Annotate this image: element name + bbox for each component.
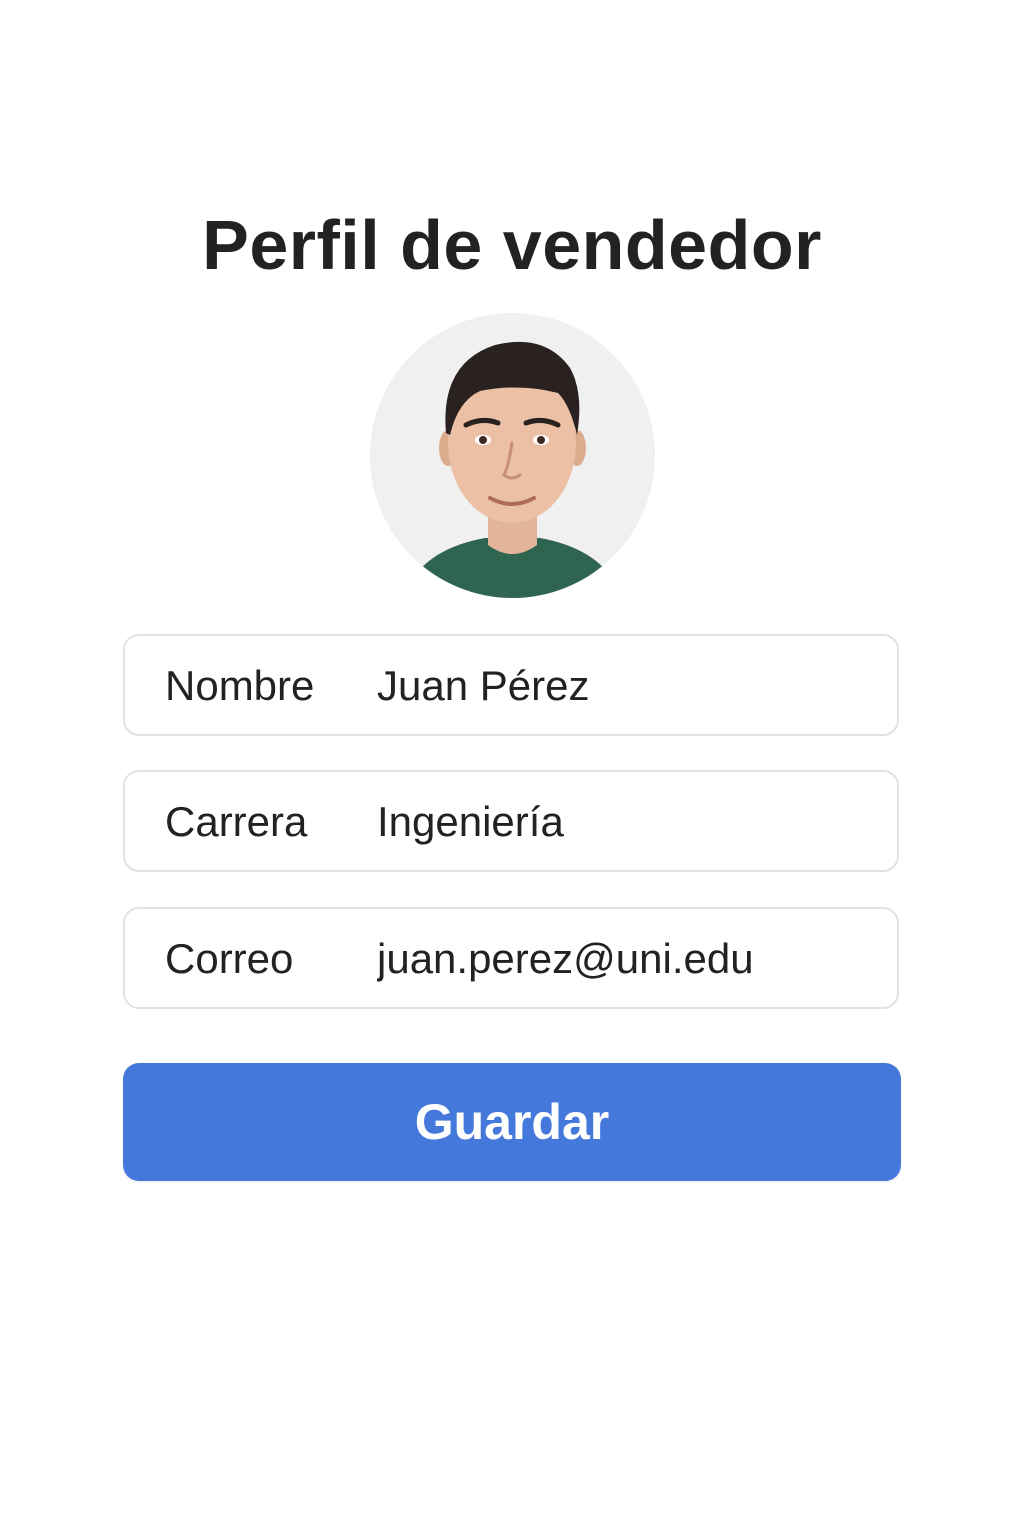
carrera-input[interactable]: [377, 772, 877, 872]
correo-label: Correo: [165, 935, 294, 982]
profile-page: Perfil de vendedor Nombre Juan Pérez Car…: [0, 0, 1024, 1536]
nombre-field[interactable]: Nombre: [123, 634, 899, 736]
carrera-label: Carrera: [165, 798, 308, 845]
nombre-input[interactable]: [377, 636, 877, 736]
profile-photo-icon: [370, 313, 655, 598]
carrera-field[interactable]: Carrera: [123, 770, 899, 872]
nombre-label: Nombre: [165, 662, 315, 709]
save-button[interactable]: Guardar: [123, 1063, 901, 1181]
page-title: Perfil de vendedor: [202, 206, 822, 284]
avatar: [370, 313, 655, 598]
correo-input[interactable]: [377, 909, 877, 1009]
correo-field[interactable]: Correo: [123, 907, 899, 1009]
